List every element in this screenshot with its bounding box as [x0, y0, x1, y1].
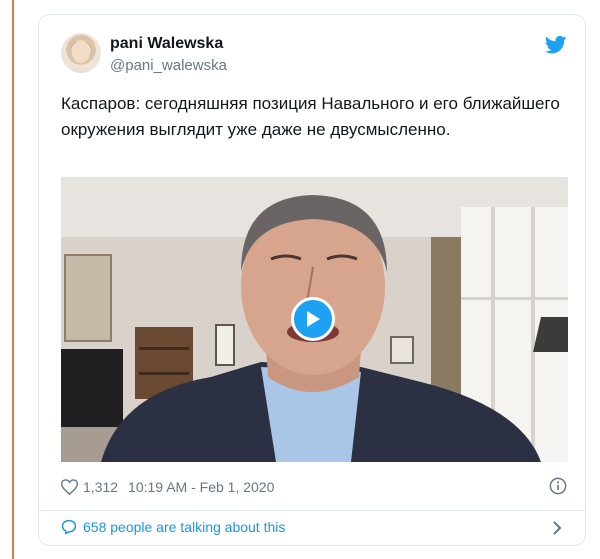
like-count: 1,312	[83, 479, 119, 495]
chevron-right-icon[interactable]	[551, 520, 563, 536]
display-name[interactable]: pani Walewska	[110, 35, 223, 53]
tweet-text: Каспаров: сегодняшняя позиция Навального…	[61, 94, 560, 139]
embedded-tweet-card: pani Walewska @pani_walewska Каспаров: с…	[38, 14, 586, 546]
avatar[interactable]	[61, 33, 101, 73]
tweet-timestamp[interactable]: 10:19 AM - Feb 1, 2020	[128, 479, 274, 495]
heart-icon	[61, 479, 78, 495]
tweet-meta: 1,312 10:19 AM - Feb 1, 2020	[61, 475, 274, 499]
conversation-link-text: 658 people are talking about this	[83, 519, 286, 535]
play-icon	[307, 311, 320, 327]
user-handle[interactable]: @pani_walewska	[110, 57, 227, 74]
page-left-rule	[12, 0, 14, 559]
video-player[interactable]	[61, 177, 568, 462]
info-icon[interactable]	[549, 477, 567, 495]
speech-bubble-icon	[61, 519, 77, 535]
play-button[interactable]	[291, 297, 335, 341]
avatar-portrait	[67, 41, 95, 73]
conversation-link[interactable]: 658 people are talking about this	[61, 519, 285, 535]
divider	[39, 510, 585, 511]
like-button[interactable]: 1,312	[61, 479, 118, 495]
twitter-bird-icon[interactable]	[545, 35, 567, 55]
